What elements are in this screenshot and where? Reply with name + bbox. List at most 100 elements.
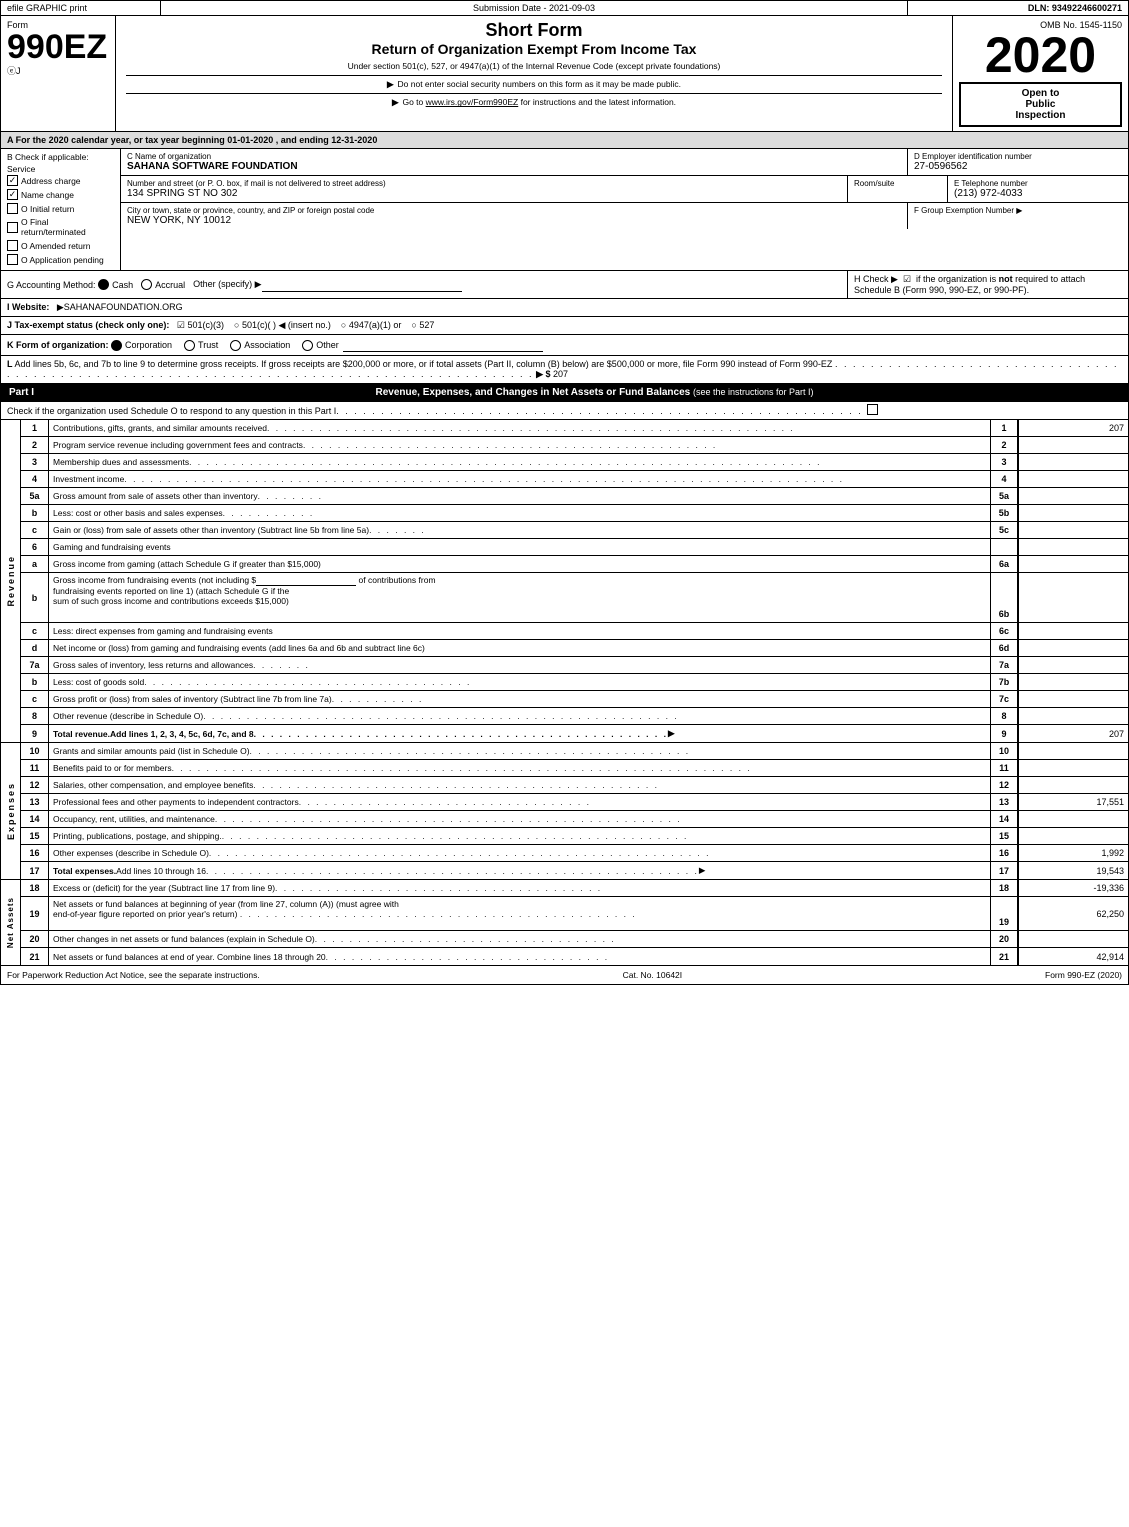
row-ref: 13	[990, 794, 1018, 810]
table-row: 17 Total expenses. Add lines 10 through …	[21, 862, 1128, 879]
accounting-g-label: G Accounting Method:	[7, 280, 96, 290]
accrual-radio[interactable]	[141, 279, 152, 290]
row-ref: 15	[990, 828, 1018, 844]
row-num: d	[21, 640, 49, 656]
tax-status-row: J Tax-exempt status (check only one): ☑ …	[0, 317, 1129, 335]
row-num: 3	[21, 454, 49, 470]
table-row: b Less: cost or other basis and sales ex…	[21, 505, 1128, 522]
row-ref: 6c	[990, 623, 1018, 639]
row-amount: 19,543	[1018, 862, 1128, 879]
final-return-label: O Final return/terminated	[21, 217, 114, 237]
row-num: 1	[21, 420, 49, 436]
row-num: 10	[21, 743, 49, 759]
row-amount	[1018, 674, 1128, 690]
revenue-section: Revenue 1 Contributions, gifts, grants, …	[0, 420, 1129, 743]
row-ref: 6d	[990, 640, 1018, 656]
tax-year-text: A For the 2020 calendar year, or tax yea…	[7, 135, 377, 145]
top-bar: efile GRAPHIC print Submission Date - 20…	[0, 0, 1129, 16]
other-check[interactable]	[302, 340, 313, 351]
row-desc: Gross income from gaming (attach Schedul…	[49, 556, 990, 572]
app-pending-checkbox[interactable]	[7, 254, 18, 265]
row-num: 4	[21, 471, 49, 487]
corp-label: Corporation	[125, 340, 172, 350]
h-label: H Check ▶	[854, 274, 898, 284]
other-label: Other (specify) ▶	[193, 279, 261, 290]
table-row: 14 Occupancy, rent, utilities, and maint…	[21, 811, 1128, 828]
row-desc: Less: direct expenses from gaming and fu…	[49, 623, 990, 639]
dln-number: DLN: 93492246600271	[908, 1, 1128, 15]
assoc-label: Association	[244, 340, 290, 350]
assoc-check[interactable]	[230, 340, 241, 351]
row-num: c	[21, 691, 49, 707]
row-amount	[1018, 488, 1128, 504]
part-i-check-row: Check if the organization used Schedule …	[0, 402, 1129, 420]
table-row: b Less: cost of goods sold . . . . . . .…	[21, 674, 1128, 691]
row-amount	[1018, 437, 1128, 453]
phone-label: E Telephone number	[954, 179, 1122, 188]
i-label: I Website:	[7, 302, 49, 312]
table-row: 11 Benefits paid to or for members . . .…	[21, 760, 1128, 777]
row-ref: 4	[990, 471, 1018, 487]
open-public-text: Open toPublicInspection	[969, 88, 1112, 121]
tax-year-row: A For the 2020 calendar year, or tax yea…	[0, 132, 1129, 149]
cash-radio[interactable]	[98, 279, 109, 290]
net-assets-section: Net Assets 18 Excess or (deficit) for th…	[0, 880, 1129, 966]
row-amount	[1018, 623, 1128, 639]
row-desc: Professional fees and other payments to …	[49, 794, 990, 810]
tax-status-4947[interactable]: ○ 4947(a)(1) or	[341, 320, 401, 330]
no-ssn-text: Do not enter social security numbers on …	[398, 79, 681, 89]
check-applicable-label: B Check if applicable:	[7, 152, 114, 162]
row-ref: 6b	[990, 573, 1018, 622]
row-desc: Other expenses (describe in Schedule O) …	[49, 845, 990, 861]
corp-check[interactable]	[111, 340, 122, 351]
final-return-checkbox[interactable]	[7, 222, 18, 233]
trust-label: Trust	[198, 340, 218, 350]
row-ref: 8	[990, 708, 1018, 724]
table-row: 5a Gross amount from sale of assets othe…	[21, 488, 1128, 505]
net-assets-rows: 18 Excess or (deficit) for the year (Sub…	[21, 880, 1128, 965]
row-ref	[990, 539, 1018, 555]
row-ref: 14	[990, 811, 1018, 827]
row-ref: 21	[990, 948, 1018, 965]
row-num: 15	[21, 828, 49, 844]
initial-return-label: O Initial return	[21, 204, 74, 214]
l-text: Add lines 5b, 6c, and 7b to line 9 to de…	[15, 359, 833, 369]
tax-status-501c[interactable]: ○ 501(c)( ) ◀ (insert no.)	[234, 320, 331, 330]
tax-status-527[interactable]: ○ 527	[411, 320, 434, 330]
schedule-o-checkbox[interactable]	[867, 404, 881, 417]
footer-center: Cat. No. 10642I	[623, 970, 683, 980]
revenue-label-container: Revenue	[1, 420, 21, 742]
table-row: 20 Other changes in net assets or fund b…	[21, 931, 1128, 948]
row-amount	[1018, 556, 1128, 572]
trust-check[interactable]	[184, 340, 195, 351]
app-pending-label: O Application pending	[21, 255, 104, 265]
row-ref: 1	[990, 420, 1018, 436]
j-label: J Tax-exempt status (check only one):	[7, 320, 169, 330]
row-ref: 19	[990, 897, 1018, 930]
expenses-section: Expenses 10 Grants and similar amounts p…	[0, 743, 1129, 880]
row-num: 8	[21, 708, 49, 724]
row-num: c	[21, 522, 49, 538]
row-ref: 5b	[990, 505, 1018, 521]
irs-link-text: Go to www.irs.gov/Form990EZ for instruct…	[402, 97, 676, 107]
row-desc: Net income or (loss) from gaming and fun…	[49, 640, 990, 656]
row-ref: 7a	[990, 657, 1018, 673]
table-row: 10 Grants and similar amounts paid (list…	[21, 743, 1128, 760]
row-num: 21	[21, 948, 49, 965]
check-dots: . . . . . . . . . . . . . . . . . . . . …	[336, 406, 863, 416]
table-row: 7a Gross sales of inventory, less return…	[21, 657, 1128, 674]
tax-status-501c3[interactable]: ☑ 501(c)(3)	[177, 320, 224, 330]
row-num: 14	[21, 811, 49, 827]
part-i-label: Part I	[9, 387, 69, 398]
row-desc: Less: cost or other basis and sales expe…	[49, 505, 990, 521]
form-org-row: K Form of organization: Corporation Trus…	[0, 335, 1129, 356]
row-ref: 10	[990, 743, 1018, 759]
name-change-checkbox[interactable]: ✓	[7, 189, 18, 200]
address-change-checkbox[interactable]: ✓	[7, 175, 18, 186]
table-row: 8 Other revenue (describe in Schedule O)…	[21, 708, 1128, 725]
row-amount: 17,551	[1018, 794, 1128, 810]
initial-return-checkbox[interactable]	[7, 203, 18, 214]
row-desc: Gaming and fundraising events	[49, 539, 990, 555]
row-amount	[1018, 931, 1128, 947]
amended-return-checkbox[interactable]	[7, 240, 18, 251]
